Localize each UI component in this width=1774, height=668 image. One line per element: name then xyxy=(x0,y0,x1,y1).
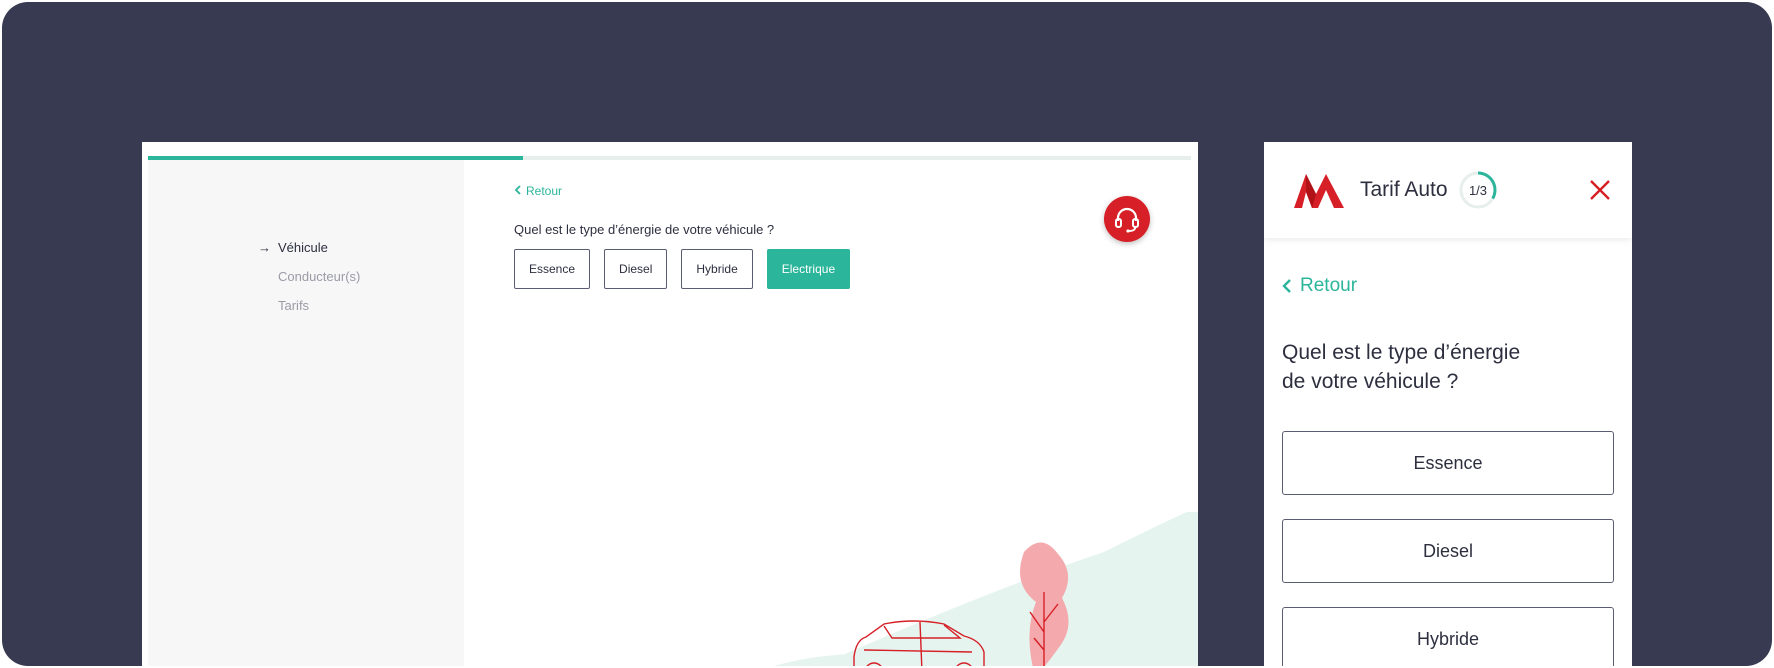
mobile-preview: Tarif Auto 1/3 Retour Quel est le type d… xyxy=(1264,142,1632,666)
sidebar-item-vehicule[interactable]: Véhicule xyxy=(278,240,328,255)
presentation-background: → Véhicule Conducteur(s) Tarifs Retour Q… xyxy=(2,2,1772,666)
arrow-right-icon: → xyxy=(258,240,271,255)
brand-logo xyxy=(1294,174,1344,208)
option-essence[interactable]: Essence xyxy=(1282,431,1614,495)
desktop-preview: → Véhicule Conducteur(s) Tarifs Retour Q… xyxy=(142,142,1198,666)
question-line-1: Quel est le type d’énergie xyxy=(1282,341,1521,364)
headset-icon xyxy=(1115,207,1139,233)
mobile-header: Tarif Auto 1/3 xyxy=(1264,142,1632,238)
question-line-2: de votre véhicule ? xyxy=(1282,370,1459,393)
chevron-left-icon xyxy=(514,184,522,198)
help-button[interactable] xyxy=(1104,196,1150,242)
option-diesel[interactable]: Diesel xyxy=(604,249,668,289)
back-link[interactable]: Retour xyxy=(1282,275,1357,297)
question-title: Quel est le type d’énergie de votre véhi… xyxy=(1282,338,1542,396)
close-icon[interactable] xyxy=(1588,178,1612,202)
back-link-label: Retour xyxy=(526,184,563,198)
chevron-left-icon xyxy=(1282,279,1291,293)
option-diesel[interactable]: Diesel xyxy=(1282,519,1614,583)
sidebar: → Véhicule Conducteur(s) Tarifs xyxy=(148,160,464,666)
sidebar-item-conducteurs[interactable]: Conducteur(s) xyxy=(278,269,360,284)
option-hybride[interactable]: Hybride xyxy=(1282,607,1614,666)
sidebar-item-tarifs[interactable]: Tarifs xyxy=(278,298,309,313)
car-tree-illustration xyxy=(773,512,1198,666)
back-link[interactable]: Retour xyxy=(514,184,562,198)
page-title: Tarif Auto xyxy=(1360,178,1448,201)
option-hybride[interactable]: Hybride xyxy=(681,249,753,289)
step-counter: 1/3 xyxy=(1468,182,1488,198)
option-essence[interactable]: Essence xyxy=(514,249,591,289)
back-link-label: Retour xyxy=(1300,275,1358,296)
energy-options: Essence Diesel Hybride Electrique xyxy=(514,249,851,289)
option-electrique[interactable]: Electrique xyxy=(766,249,851,289)
question-title: Quel est le type d’énergie de votre véhi… xyxy=(514,222,775,237)
